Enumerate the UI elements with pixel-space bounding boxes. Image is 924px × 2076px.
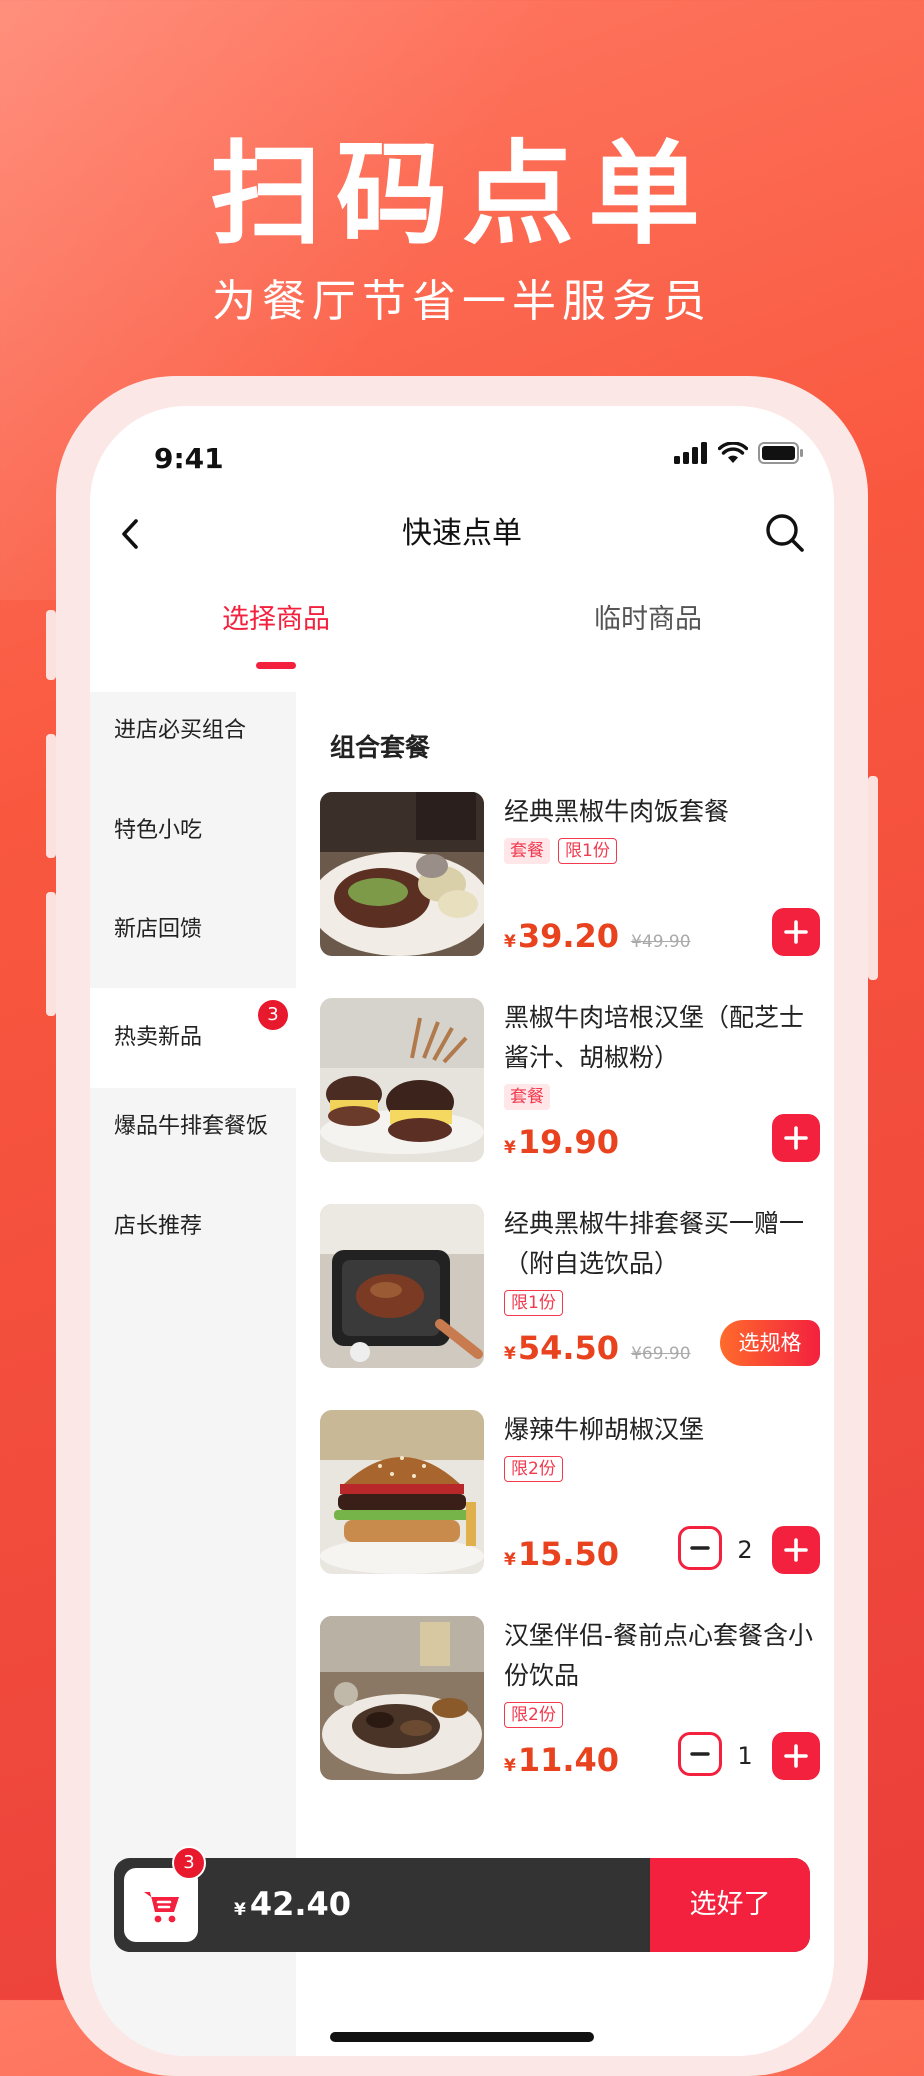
currency-symbol: ¥ (504, 932, 516, 952)
currency-symbol: ¥ (504, 1756, 516, 1776)
sidebar-item-label: 特色小吃 (114, 818, 203, 843)
decrease-button[interactable] (678, 1526, 722, 1570)
product-card[interactable]: 黑椒牛肉培根汉堡（配芝士酱汁、胡椒粉） 套餐 ¥ 19.90 (320, 998, 820, 1162)
phone-side-button (46, 610, 56, 680)
search-icon[interactable] (762, 510, 808, 556)
signal-icon (674, 442, 707, 464)
select-spec-button[interactable]: 选规格 (720, 1320, 820, 1366)
tag-limit: 限2份 (504, 1456, 563, 1482)
status-icons (674, 442, 804, 464)
product-tags: 限1份 (504, 1290, 563, 1316)
phone-side-button (868, 776, 878, 980)
product-name: 经典黑椒牛肉饭套餐 (504, 797, 730, 826)
steak-plate-photo (320, 792, 484, 956)
product-name: 经典黑椒牛排套餐买一赠一（附自选饮品） (504, 1209, 805, 1278)
plus-icon (784, 1538, 808, 1562)
plus-icon (784, 1744, 808, 1768)
tag-set-meal: 套餐 (504, 838, 550, 864)
battery-icon (758, 442, 803, 464)
page-title: 快速点单 (402, 516, 522, 551)
minus-icon (690, 1546, 710, 1550)
product-card[interactable]: 汉堡伴侣-餐前点心套餐含小份饮品 限2份 ¥ 11.40 1 (320, 1616, 820, 1780)
home-indicator (330, 2032, 594, 2042)
sidebar-item-label: 爆品牛排套餐饭 (114, 1114, 269, 1139)
minus-icon (690, 1752, 710, 1756)
phone-side-button (46, 892, 56, 1016)
currency-symbol: ¥ (504, 1344, 516, 1364)
product-name: 黑椒牛肉培根汉堡（配芝士酱汁、胡椒粉） (504, 1003, 805, 1072)
wifi-icon (718, 442, 748, 463)
status-time: 9:41 (154, 442, 224, 475)
section-title: 组合套餐 (330, 733, 431, 762)
cart-bar: 3 ¥ 42.40 选好了 (114, 1846, 810, 1952)
price-amount: 54.50 (517, 1329, 620, 1367)
burger-photo (320, 1410, 484, 1574)
steak-pan-photo (320, 1204, 484, 1368)
quantity-value: 1 (737, 1742, 753, 1770)
phone-side-button (46, 734, 56, 858)
price-amount: 39.20 (517, 917, 620, 955)
product-card[interactable]: 经典黑椒牛肉饭套餐 套餐 限1份 ¥ 39.20 ¥49.90 (320, 792, 820, 956)
increase-button[interactable] (772, 1526, 820, 1574)
active-tab-indicator (256, 662, 296, 669)
checkout-button[interactable]: 选好了 (650, 1858, 810, 1952)
sidebar-item-new-store-rewards[interactable]: 新店回馈 (90, 913, 296, 947)
tag-limit: 限1份 (504, 1290, 563, 1316)
product-tags: 限2份 (504, 1456, 563, 1482)
plus-icon (784, 920, 808, 944)
product-price: ¥ 39.20 ¥49.90 (504, 916, 691, 956)
currency-symbol: ¥ (234, 1900, 246, 1920)
hero-subtitle: 为餐厅节省一半服务员 (212, 276, 712, 327)
sidebar-item-label: 进店必买组合 (114, 718, 247, 743)
sidebar-item-label: 热卖新品 (114, 1025, 203, 1050)
product-price: ¥ 11.40 (504, 1740, 619, 1780)
phone-screen: 9:41 快速点单 选择商品 临时商品 进店必买组合 特色小吃 新店回馈 热卖新… (90, 406, 834, 2056)
product-name: 爆辣牛柳胡椒汉堡 (504, 1415, 705, 1444)
tag-limit: 限1份 (558, 838, 617, 864)
product-price: ¥ 19.90 (504, 1122, 619, 1162)
cart-total-amount: 42.40 (249, 1885, 352, 1923)
currency-symbol: ¥ (504, 1550, 516, 1570)
sidebar-item-manager-picks[interactable]: 店长推荐 (90, 1210, 296, 1244)
product-tags: 套餐 限1份 (504, 838, 617, 864)
sidebar-item-label: 店长推荐 (114, 1214, 203, 1239)
original-price: ¥49.90 (631, 932, 691, 952)
appetizer-plate-photo (320, 1616, 484, 1780)
sidebar-badge: 3 (258, 1000, 288, 1030)
tag-set-meal: 套餐 (504, 1084, 550, 1110)
tab-select-products[interactable]: 选择商品 (222, 600, 330, 640)
sidebar-item-label: 新店回馈 (114, 917, 203, 942)
plus-icon (784, 1126, 808, 1150)
original-price: ¥69.90 (631, 1344, 691, 1364)
price-amount: 15.50 (517, 1535, 620, 1573)
price-amount: 11.40 (517, 1741, 620, 1779)
sidebar-item-steak-sets[interactable]: 爆品牛排套餐饭 (90, 1110, 296, 1144)
currency-symbol: ¥ (504, 1138, 516, 1158)
sidebar-item-hot-new[interactable]: 热卖新品 3 (90, 988, 296, 1088)
cart-total: ¥ 42.40 (234, 1884, 351, 1924)
add-button[interactable] (772, 1114, 820, 1162)
quantity-value: 2 (737, 1536, 753, 1564)
tab-temporary-products[interactable]: 临时商品 (594, 600, 702, 640)
price-amount: 19.90 (517, 1123, 620, 1161)
product-card[interactable]: 经典黑椒牛排套餐买一赠一（附自选饮品） 限1份 ¥ 54.50 ¥69.90 选… (320, 1204, 820, 1368)
product-price: ¥ 15.50 (504, 1534, 619, 1574)
product-tags: 限2份 (504, 1702, 563, 1728)
product-name: 汉堡伴侣-餐前点心套餐含小份饮品 (504, 1621, 814, 1690)
hero-title: 扫码点单 (210, 130, 714, 260)
sidebar-item-must-buy[interactable]: 进店必买组合 (90, 714, 296, 748)
mini-burgers-photo (320, 998, 484, 1162)
decrease-button[interactable] (678, 1732, 722, 1776)
tag-limit: 限2份 (504, 1702, 563, 1728)
sidebar-item-snacks[interactable]: 特色小吃 (90, 814, 296, 848)
increase-button[interactable] (772, 1732, 820, 1780)
product-price: ¥ 54.50 ¥69.90 (504, 1328, 691, 1368)
cart-badge: 3 (172, 1846, 206, 1880)
product-tags: 套餐 (504, 1084, 550, 1110)
product-card[interactable]: 爆辣牛柳胡椒汉堡 限2份 ¥ 15.50 2 (320, 1410, 820, 1574)
add-button[interactable] (772, 908, 820, 956)
